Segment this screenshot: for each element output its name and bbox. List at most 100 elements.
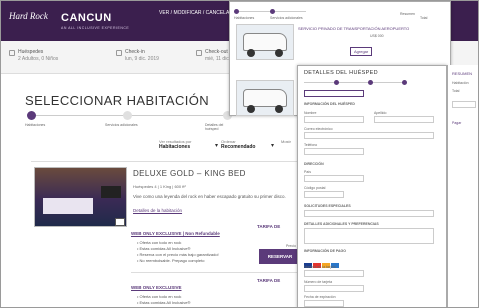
total-label: Total xyxy=(420,16,428,20)
booking-steps: Habitaciones Servicios adicionales Detal… xyxy=(25,111,237,131)
summary-title: RESUMEN xyxy=(452,71,473,76)
order-value: Recomendado xyxy=(221,144,256,150)
preferences-field[interactable] xyxy=(304,228,434,244)
rate-benefits-1: Oferta con todo en rock Estas comidas Al… xyxy=(137,240,219,264)
summary-sidebar: RESUMEN Habitación Total Pagar xyxy=(447,65,478,307)
country-label: País xyxy=(304,170,312,174)
guests-label: Huéspedes xyxy=(18,49,44,55)
manage-booking-link[interactable]: VER / MODIFICAR / CANCELAR xyxy=(159,10,233,16)
name-field[interactable] xyxy=(304,116,364,123)
card-number-label: Número de tarjeta xyxy=(304,280,333,284)
rate-name-2[interactable]: WEB ONLY EXCLUSIVE xyxy=(131,285,182,290)
summary-label: Resumen xyxy=(400,12,415,16)
progress-dot xyxy=(402,80,407,85)
name-label: Nombre xyxy=(304,111,317,115)
card-name-label: Nombre en la tarjeta xyxy=(304,265,336,269)
rate-header-1: TARIFA DE xyxy=(257,224,281,229)
payment-heading: INFORMACIÓN DE PAGO xyxy=(304,249,346,253)
reserve-button[interactable]: RESERVAR xyxy=(259,249,301,264)
calendar-icon xyxy=(196,50,202,56)
overlay-step-label: Servicios adicionales xyxy=(270,16,303,20)
progress-dot xyxy=(334,80,339,85)
step-dot-1[interactable] xyxy=(27,111,36,120)
expiry-field[interactable] xyxy=(304,300,344,307)
transport-price: US$ 000 xyxy=(370,34,384,38)
room-description: Vive como una leyenda del rock en haber … xyxy=(133,194,286,199)
zip-field[interactable] xyxy=(304,191,344,198)
checkin-label: Check-in xyxy=(125,49,145,55)
email-field[interactable] xyxy=(304,132,434,139)
view-by-value: Habitaciones xyxy=(159,144,191,150)
van-image xyxy=(236,80,294,116)
brand-logo[interactable]: Hard Rock xyxy=(9,11,48,21)
guest-details-panel: DETALLES DEL HUÉSPED INFORMACIÓN DEL HUÉ… xyxy=(297,65,447,307)
email-label: Correo electrónico xyxy=(304,127,333,131)
room-card: DELUXE GOLD – KING BED Huéspedes 4 | 1 K… xyxy=(31,161,301,307)
step-dot-2[interactable] xyxy=(123,111,132,120)
progress-dot xyxy=(368,80,373,85)
summary-field[interactable] xyxy=(452,101,476,108)
calendar-icon xyxy=(116,50,122,56)
chevron-down-icon[interactable]: ▾ xyxy=(215,142,218,149)
user-icon xyxy=(9,50,15,56)
resort-tagline: AN ALL INCLUSIVE EXPERIENCE xyxy=(61,26,130,30)
room-photo[interactable] xyxy=(34,167,127,227)
rate-header-2: TARIFA DE xyxy=(257,278,281,283)
gallery-icon[interactable] xyxy=(115,218,125,226)
show-select[interactable]: Mostr xyxy=(281,139,291,144)
van-image xyxy=(236,24,294,60)
show-label: Mostr xyxy=(281,139,291,144)
lastname-label: Apellido xyxy=(374,111,387,115)
price-label: Precio xyxy=(286,244,296,248)
bed-shape xyxy=(43,198,93,214)
expiry-label: Fecha de expiración xyxy=(304,295,336,299)
guest-details-title: DETALLES DEL HUÉSPED xyxy=(304,70,378,76)
progress-line xyxy=(304,82,404,83)
phone-field[interactable] xyxy=(304,148,364,155)
benefit-item: No reembolsable. Prepago completo xyxy=(137,258,219,264)
resort-name: CANCUN xyxy=(61,12,112,24)
room-details-link[interactable]: Detalles de la habitación xyxy=(133,208,182,213)
add-transport-button[interactable]: Agregar xyxy=(350,47,373,56)
address-heading: DIRECCIÓN xyxy=(304,162,324,166)
card-number-field[interactable] xyxy=(304,285,364,292)
view-by-select[interactable]: Ver resultados por Habitaciones xyxy=(159,139,191,150)
rate-name-1[interactable]: WEB ONLY EXCLUSIVE | Non Refundable xyxy=(131,231,220,236)
checkin-value: lun, 9 dic. 2019 xyxy=(125,56,159,62)
special-requests-field[interactable] xyxy=(304,210,434,217)
preferences-heading: DETALLES ADICIONALES Y PREFERENCIAS xyxy=(304,222,379,226)
steps-line xyxy=(36,115,236,116)
divider xyxy=(131,272,301,273)
card-name-field[interactable] xyxy=(304,270,364,277)
transport-title: SERVICIO PRIVADO DE TRANSPORTACIÓN AEROP… xyxy=(298,26,410,31)
summary-line: Habitación xyxy=(452,81,469,85)
selected-step-field[interactable] xyxy=(304,90,364,97)
overlay-step-label: Habitaciones xyxy=(234,16,255,20)
special-requests-heading: SOLICITUDES ESPECIALES xyxy=(304,204,351,208)
checkin-selector[interactable]: Check-in lun, 9 dic. 2019 xyxy=(116,49,159,63)
guests-selector[interactable]: Huéspedes 2 Adultos, 0 Niños xyxy=(9,49,58,63)
room-title: DELUXE GOLD – KING BED xyxy=(133,169,246,178)
lastname-field[interactable] xyxy=(374,116,434,123)
page-title: SELECCIONAR HABITACIÓN xyxy=(25,93,210,108)
guests-value: 2 Adultos, 0 Niños xyxy=(18,56,59,62)
summary-total: Total xyxy=(452,89,460,93)
phone-label: Teléfono xyxy=(304,143,318,147)
chevron-down-icon[interactable]: ▾ xyxy=(271,142,274,149)
step-label-3: Detalles del huésped xyxy=(205,123,224,131)
country-select[interactable] xyxy=(304,175,364,182)
checkout-value: mié, 11 dic. xyxy=(205,56,231,62)
checkout-selector[interactable]: Check-out mié, 11 dic. xyxy=(196,49,230,63)
progress-dot xyxy=(234,9,239,14)
tv-shape xyxy=(101,186,121,198)
rate-benefits-2: Oferta con todo en rock Estas comidas Al… xyxy=(137,294,191,306)
progress-dot xyxy=(270,9,275,14)
order-select[interactable]: Ordenar Recomendado xyxy=(221,139,255,150)
benefit-item: Estas comidas All Inclusive® xyxy=(137,300,191,306)
guest-info-heading: INFORMACIÓN DEL HUÉSPED xyxy=(304,102,355,106)
pay-button[interactable]: Pagar xyxy=(452,121,461,125)
step-label-2: Servicios adicionales xyxy=(105,123,138,127)
room-specs: Huéspedes 4 | 1 King | 600 ft² xyxy=(133,184,186,189)
step-label-1: Habitaciones xyxy=(25,123,46,127)
zip-label: Código postal xyxy=(304,186,326,190)
